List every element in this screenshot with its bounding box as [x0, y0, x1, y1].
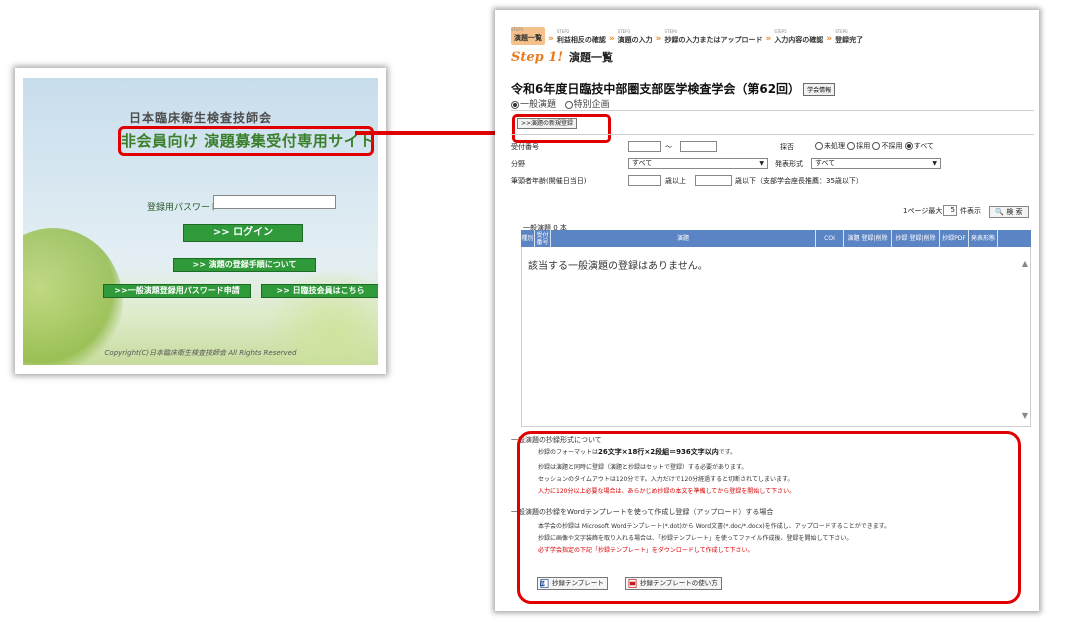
radio-checked-icon — [511, 100, 519, 109]
step-5: STEP5 入力内容の確認 — [774, 29, 824, 44]
step-heading: Step 1! 演題一覧 — [511, 49, 613, 65]
scroll-down-icon[interactable]: ▼ — [1022, 411, 1028, 420]
table-header: 種別 受付番号 演題 COI 演題 登録|削除 抄録 登録|削除 抄録PDF 発… — [521, 230, 1031, 247]
highlight-box — [517, 431, 1021, 604]
col-format: 発表形態 — [969, 230, 998, 247]
member-site-button[interactable]: >> 日臨技会員はこちら — [261, 284, 378, 298]
org-name: 日本臨床衛生検査技師会 — [128, 111, 272, 125]
col-coi: COI — [816, 230, 844, 247]
registration-list-screenshot: STEP1 演題一覧 » STEP2 利益相反の確認 » STEP3 演題の入力 » … — [495, 10, 1039, 611]
reception-no-to[interactable] — [680, 141, 717, 152]
step-6: STEP6 登録完了 — [835, 29, 864, 44]
password-label: 登録用パスワード — [147, 203, 220, 213]
adoption-label: 採否 — [780, 143, 794, 151]
arrow-segment — [392, 131, 510, 135]
age-min-input[interactable] — [628, 175, 661, 186]
per-page-input[interactable]: 5 — [943, 205, 957, 216]
range-separator: ～ — [665, 143, 672, 151]
radio-rejected[interactable]: 不採用 — [872, 142, 902, 150]
adoption-radio-group: 未処理 採用 不採用 すべて — [815, 141, 934, 151]
radio-general[interactable]: 一般演題 — [511, 100, 556, 110]
per-page-prefix: 1ページ最大 — [903, 207, 943, 215]
age-under-label: 歳以下（支部学会座長推薦：35歳以下） — [735, 177, 863, 185]
col-abstract-pdf: 抄録PDF — [940, 230, 969, 247]
chevron-right-icon: » — [765, 34, 772, 44]
chevron-right-icon: » — [826, 34, 833, 44]
category-radio-group: 一般演題 特別企画 — [511, 97, 610, 110]
format-select[interactable]: すべて — [811, 158, 941, 169]
field-label: 分野 — [511, 160, 525, 168]
col-reception-no: 受付番号 — [535, 230, 551, 247]
step-3: STEP3 演題の入力 — [617, 29, 653, 44]
step-label: Step 1! — [511, 50, 564, 65]
login-site-background: 日本臨床衛生検査技師会 非会員向け 演題募集受付専用サイト 登録用パスワード >… — [23, 78, 378, 365]
age-max-input[interactable] — [695, 175, 732, 186]
radio-adopted[interactable]: 採用 — [847, 142, 870, 150]
highlight-box — [512, 114, 611, 143]
radio-unprocessed[interactable]: 未処理 — [815, 142, 845, 150]
radio-special[interactable]: 特別企画 — [564, 100, 610, 110]
search-icon: 🔍 — [995, 208, 1005, 216]
per-page-suffix: 件表示 — [960, 207, 981, 215]
col-title-actions: 演題 登録|削除 — [844, 230, 892, 247]
field-select[interactable]: すべて — [628, 158, 768, 169]
divider — [511, 134, 1034, 135]
chevron-right-icon: » — [548, 34, 554, 44]
age-over-label: 歳以上 — [665, 177, 686, 185]
conference-title: 令和6年度日臨技中部圏支部医学検査学会（第62回） 学会情報 — [511, 80, 836, 97]
reception-no-label: 受付番号 — [511, 143, 539, 151]
radio-unchecked-icon — [564, 100, 573, 109]
reception-no-from[interactable] — [628, 141, 661, 152]
step-4: STEP4 抄録の入力またはアップロード — [664, 29, 763, 44]
login-site-screenshot: 日本臨床衛生検査技師会 非会員向け 演題募集受付専用サイト 登録用パスワード >… — [15, 68, 386, 374]
col-type: 種別 — [521, 230, 535, 247]
age-label: 筆頭者年齢(開催日当日) — [511, 177, 587, 185]
chevron-right-icon: » — [655, 34, 662, 44]
col-spacer — [998, 230, 1031, 247]
step-progress: STEP1 演題一覧 » STEP2 利益相反の確認 » STEP3 演題の入力 » … — [511, 23, 863, 45]
empty-message: 該当する一般演題の登録はありません。 — [528, 261, 708, 272]
password-input[interactable] — [213, 195, 336, 209]
radio-all[interactable]: すべて — [904, 142, 934, 150]
info-button[interactable]: 学会情報 — [803, 83, 836, 96]
arrow-segment — [355, 131, 392, 135]
table-body: 該当する一般演題の登録はありません。 ▲ ▼ — [521, 247, 1031, 427]
login-button[interactable]: >> ログイン — [183, 224, 303, 242]
step-2: STEP2 利益相反の確認 — [556, 29, 606, 44]
divider — [511, 110, 1034, 111]
col-title: 演題 — [551, 230, 816, 247]
scroll-up-icon[interactable]: ▲ — [1022, 259, 1028, 268]
copyright: Copyright(C)日本臨床衛生検査技師会 All Rights Reser… — [104, 349, 297, 357]
chevron-right-icon: » — [608, 34, 615, 44]
col-abstract-actions: 抄録 登録|削除 — [892, 230, 940, 247]
step-1: STEP1 演題一覧 — [511, 27, 545, 45]
format-label: 発表形式 — [775, 160, 803, 168]
password-apply-button[interactable]: >>一般演題登録用パスワード申請 — [103, 284, 251, 298]
howto-button[interactable]: >> 演題の登録手順について — [173, 258, 316, 272]
site-title: 非会員向け 演題募集受付専用サイト — [118, 126, 374, 156]
search-button[interactable]: 🔍 検 索 — [989, 206, 1029, 218]
step-name: 演題一覧 — [569, 51, 614, 64]
